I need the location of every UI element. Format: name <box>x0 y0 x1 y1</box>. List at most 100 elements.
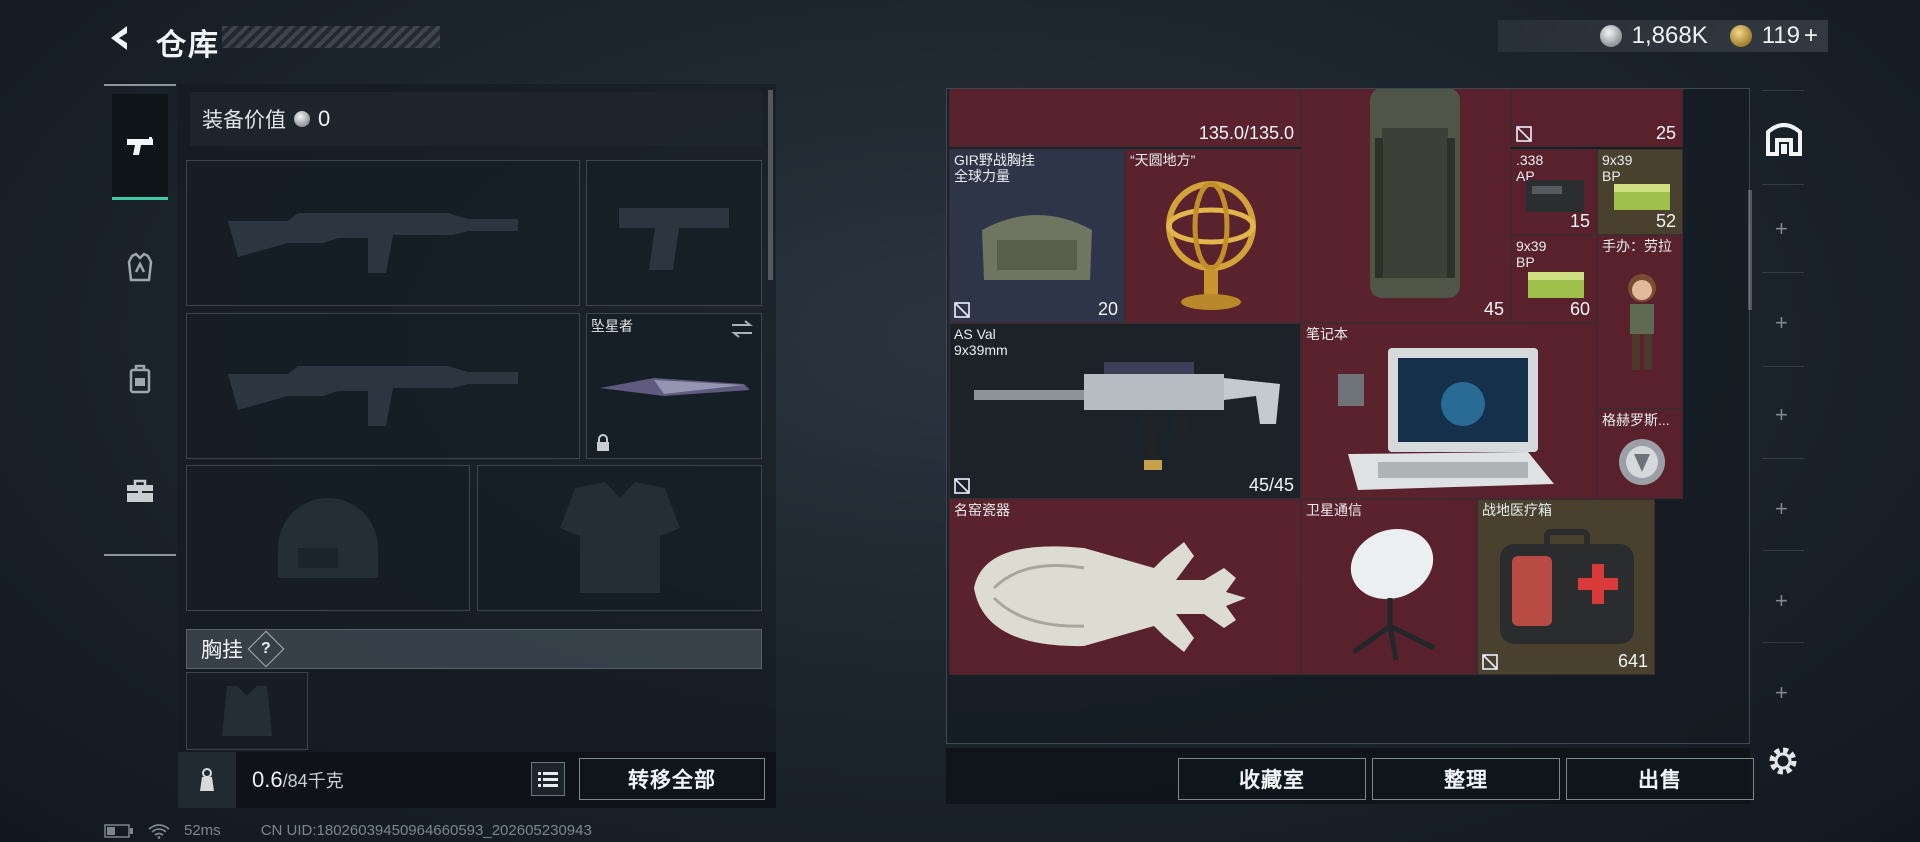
settings-gear-icon[interactable] <box>1766 744 1800 778</box>
lock-icon <box>597 434 609 451</box>
inventory-item[interactable]: GIR野战胸挂 全球力量 20 <box>949 149 1125 323</box>
ammo-box-item <box>1526 180 1584 212</box>
inventory-item[interactable]: 45 <box>1301 89 1511 323</box>
body-armor-slot[interactable] <box>477 465 762 611</box>
item-count: 60 <box>1569 299 1590 319</box>
inventory-item[interactable]: 手办：劳拉 <box>1597 235 1683 409</box>
page-title: 仓库 <box>156 29 220 62</box>
add-page-button[interactable]: + <box>1775 216 1788 242</box>
ammo-box-item <box>1614 184 1670 210</box>
pistol-icon <box>127 136 153 155</box>
list-view-button[interactable] <box>531 762 565 796</box>
chest-rig-silhouette-icon <box>187 673 307 749</box>
inventory-item[interactable]: 卫星通信 <box>1301 499 1477 675</box>
currency-gold-value[interactable]: 119 <box>1762 22 1800 50</box>
back-button[interactable] <box>100 18 140 58</box>
armor-icon <box>127 252 153 282</box>
backpack-item <box>1370 89 1460 298</box>
inventory-item[interactable]: 战地医疗箱 641 <box>1477 499 1655 675</box>
gold-coin-icon <box>1729 25 1752 47</box>
rifle-silhouette-icon <box>187 314 579 458</box>
currency-gold-plus[interactable]: + <box>1804 22 1818 50</box>
flag-icon <box>1482 654 1498 670</box>
item-name: 笔记本 <box>1306 326 1348 342</box>
medal-item <box>1619 439 1665 485</box>
primary-weapon-slot[interactable] <box>186 160 580 306</box>
weight-icon <box>200 768 214 791</box>
secondary-weapon-slot[interactable] <box>186 313 580 459</box>
add-page-button[interactable]: + <box>1775 496 1788 522</box>
vest-silhouette-icon <box>478 466 761 610</box>
currency-bar: 1,868K 119 + <box>1498 20 1828 52</box>
add-page-button[interactable]: + <box>1775 402 1788 428</box>
add-page-button[interactable]: + <box>1775 680 1788 706</box>
organize-button[interactable]: 整理 <box>1372 758 1560 800</box>
inventory-item[interactable]: .338 AP 15 <box>1511 149 1597 235</box>
rail-divider <box>1762 550 1804 551</box>
storage-page-rail: + + + + + + <box>1758 88 1808 748</box>
item-name: 名窑瓷器 <box>954 502 1010 518</box>
item-count: 45/45 <box>1248 475 1294 495</box>
inventory-item[interactable]: 名窑瓷器 <box>949 499 1301 675</box>
figurine-item <box>1628 274 1656 370</box>
vase-item <box>974 542 1246 652</box>
armillary-sphere-item <box>1166 181 1256 310</box>
inventory-item[interactable]: 9x39 BP 60 <box>1511 235 1597 323</box>
item-name: GIR野战胸挂 全球力量 <box>954 152 1035 184</box>
inventory-item[interactable]: “天圆地方” <box>1125 149 1301 323</box>
helmet-silhouette-icon <box>187 466 469 610</box>
backpack-icon <box>129 364 151 394</box>
category-rail <box>104 84 176 556</box>
inventory-item[interactable]: 笔记本 <box>1301 323 1597 499</box>
inventory-item[interactable]: 格赫罗斯... <box>1597 409 1683 499</box>
inventory-item[interactable]: 135.0/135.0 <box>949 89 1301 147</box>
chest-rig-slot[interactable] <box>186 672 308 750</box>
rail-divider <box>1762 184 1804 185</box>
player-uid: CN UID:18026039450964660593_202605230943 <box>260 822 592 839</box>
status-bar: 52ms CN UID:18026039450964660593_2026052… <box>104 822 592 839</box>
transfer-all-button[interactable]: 转移全部 <box>579 758 765 800</box>
back-arrow-icon <box>111 26 127 50</box>
sell-button[interactable]: 出售 <box>1566 758 1754 800</box>
tab-toolbox[interactable] <box>112 438 168 544</box>
item-count: 15 <box>1569 211 1590 231</box>
inventory-scrollbar[interactable] <box>1748 190 1752 310</box>
rail-divider <box>1762 642 1804 643</box>
item-count: 45 <box>1483 299 1504 319</box>
rail-divider <box>1762 458 1804 459</box>
help-button[interactable]: ? <box>247 630 285 668</box>
add-page-button[interactable]: + <box>1775 588 1788 614</box>
item-count: 25 <box>1655 123 1676 143</box>
equip-value-label: 装备价值 <box>202 109 286 132</box>
helmet-slot[interactable] <box>186 465 470 611</box>
item-count: 135.0/135.0 <box>1198 123 1294 143</box>
item-name: 卫星通信 <box>1306 502 1362 518</box>
flag-icon <box>954 478 970 494</box>
flag-icon <box>1516 126 1532 142</box>
title-decoration <box>222 26 440 48</box>
warehouse-icon[interactable] <box>1764 118 1804 158</box>
chest-rig-item <box>982 215 1092 280</box>
ammo-box-item <box>1528 272 1584 298</box>
silver-coin-icon <box>1599 25 1622 47</box>
add-page-button[interactable]: + <box>1775 310 1788 336</box>
item-name: 手办：劳拉 <box>1602 238 1672 254</box>
help-symbol: ? <box>261 640 271 657</box>
weight-capacity: /84千克 <box>282 771 344 791</box>
weight-lock[interactable] <box>178 752 236 808</box>
tab-backpack[interactable] <box>112 326 168 432</box>
sidearm-slot[interactable] <box>586 160 762 306</box>
loadout-scrollbar[interactable] <box>768 90 773 280</box>
collection-room-button[interactable]: 收藏室 <box>1178 758 1366 800</box>
equip-value-row: 装备价值 0 <box>190 92 762 146</box>
tab-armor[interactable] <box>112 214 168 320</box>
inventory-item[interactable]: 25 <box>1511 89 1683 147</box>
tab-weapons[interactable] <box>112 94 168 200</box>
currency-silver-value: 1,868K <box>1631 22 1708 49</box>
toolbox-icon <box>127 479 153 502</box>
equip-value: 0 <box>318 106 331 131</box>
melee-slot[interactable]: 坠星者 <box>586 313 762 459</box>
inventory-item[interactable]: AS Val 9x39mm 45/45 <box>949 323 1301 499</box>
inventory-item[interactable]: 9x39 BP 52 <box>1597 149 1683 235</box>
flag-icon <box>954 302 970 318</box>
